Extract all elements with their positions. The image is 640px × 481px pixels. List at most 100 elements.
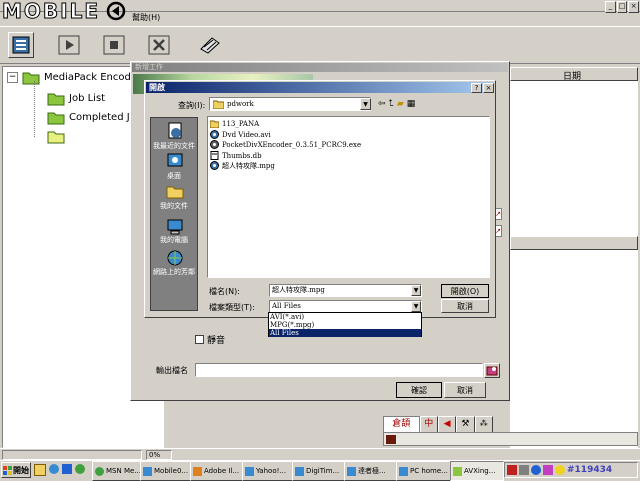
watermark-logo: MOBILE	[2, 0, 130, 24]
new-folder-icon[interactable]: ▰	[397, 99, 404, 109]
task-label: AVXing...	[464, 467, 496, 475]
taskbar-task-avxing[interactable]: AVXing...	[450, 461, 504, 481]
file-item[interactable]: PocketDivXEncoder_0.3.51_PCRC9.exe	[210, 139, 361, 150]
ok-button[interactable]: 確認	[396, 382, 442, 398]
place-desktop[interactable]: 桌面	[151, 171, 197, 181]
tree-root-label: MediaPack Encoder	[44, 71, 142, 83]
tree-item-label: Job List	[69, 92, 106, 104]
recent-docs-icon[interactable]	[166, 122, 184, 140]
open-dialog-title: 開啟	[149, 83, 165, 92]
menu-help[interactable]: 幫助(H)	[132, 12, 160, 23]
ime-bar: 倉頡 中 ◀ ⚒ ⁂	[383, 416, 493, 434]
list-header: 日期	[510, 67, 638, 82]
view-menu-icon[interactable]: ▦	[407, 99, 416, 109]
smiley-icon[interactable]	[555, 465, 565, 475]
system-tray: #119434	[504, 462, 638, 478]
file-item[interactable]: 113_PANA	[210, 118, 259, 129]
tree-item-new[interactable]	[47, 127, 65, 145]
tree-root[interactable]: − MediaPack Encoder	[7, 68, 141, 86]
ie-quick-icon[interactable]	[49, 464, 59, 474]
filetype-option[interactable]: MPG(*.mpg)	[269, 321, 421, 329]
tray-icon[interactable]	[531, 465, 541, 475]
my-computer-icon[interactable]	[166, 218, 184, 236]
look-in-dropdown-button[interactable]: ▼	[360, 98, 371, 110]
help-button[interactable]: ?	[471, 83, 482, 93]
mute-checkbox[interactable]: 靜音	[195, 333, 225, 346]
task-label: Yahoo!...	[256, 467, 287, 475]
taskbar-task-mobile[interactable]: Mobile0...	[140, 461, 192, 481]
job-list-tool-button[interactable]	[8, 32, 34, 58]
output-browse-button[interactable]	[484, 363, 500, 378]
place-network[interactable]: 網路上的芳鄰	[151, 267, 197, 277]
taskbar-task-adobe[interactable]: Adobe Il...	[190, 461, 244, 481]
status-percent: 0%	[146, 450, 172, 460]
folder-icon	[47, 112, 65, 125]
filetype-dropdown-button[interactable]: ▼	[411, 301, 421, 312]
file-item[interactable]: 超人特攻隊.mpg	[210, 160, 275, 171]
filename-label: 檔名(N):	[209, 287, 240, 296]
tray-icon[interactable]	[543, 465, 553, 475]
output-filename-input[interactable]	[195, 363, 483, 377]
taskbar-task-darcher[interactable]: 達者極...	[344, 461, 398, 481]
taskbar-task-msn[interactable]: MSN Me...	[92, 461, 142, 481]
browse-folder-icon	[486, 366, 498, 376]
taskbar-task-digitimes[interactable]: DigiTim...	[292, 461, 346, 481]
filetype-option-selected[interactable]: All Files	[269, 329, 421, 337]
settings-tool-button[interactable]	[198, 35, 222, 55]
dialog-cancel-button[interactable]: 取消	[441, 299, 489, 313]
output-label: 輸出檔名	[156, 366, 188, 375]
cancel-button[interactable]: 取消	[444, 382, 486, 398]
delete-tool-button[interactable]	[148, 35, 170, 55]
tree-lines	[34, 81, 46, 137]
delete-icon	[148, 35, 170, 55]
mute-label: 靜音	[207, 336, 226, 346]
play-tool-button[interactable]	[58, 35, 80, 55]
desktop-icon[interactable]	[166, 152, 184, 170]
close-dialog-button[interactable]: ×	[483, 83, 494, 93]
ime-candidate-marker	[386, 435, 396, 444]
exe-file-icon	[210, 140, 219, 149]
list-area	[510, 81, 638, 236]
task-label: PC home...	[410, 467, 448, 475]
ime-tray-icon[interactable]	[507, 465, 517, 475]
windows-logo-icon	[3, 465, 12, 475]
open-button[interactable]: 開啟(O)	[441, 284, 489, 298]
toolbar	[0, 26, 640, 64]
checkbox-box[interactable]	[195, 335, 204, 344]
file-name: 113_PANA	[222, 119, 260, 128]
avxing-icon	[453, 466, 462, 476]
start-label: 開始	[13, 465, 29, 475]
up-folder-icon[interactable]: ⮤	[389, 99, 394, 109]
collapse-toggle-icon[interactable]: −	[7, 71, 18, 83]
file-name: Dvd Video.avi	[222, 130, 271, 139]
filename-input[interactable]: 超人特攻隊.mpg	[269, 284, 422, 297]
tray-icon[interactable]	[519, 465, 529, 475]
taskbar-task-yahoo[interactable]: Yahoo!...	[242, 461, 294, 481]
stop-icon	[103, 35, 125, 55]
outlook-quick-icon[interactable]	[62, 464, 72, 474]
file-name: Thumbs.db	[222, 151, 262, 160]
browser-icon	[347, 466, 356, 476]
ime-composition	[383, 432, 638, 446]
media-quick-icon[interactable]	[75, 464, 85, 474]
filetype-dropdown-list: AVI(*.avi) MPG(*.mpg) All Files	[268, 312, 422, 337]
filename-dropdown-button[interactable]: ▼	[411, 285, 421, 296]
nav-tools: ⇦ ⮤ ▰ ▦	[378, 98, 444, 110]
tools-icon	[200, 37, 220, 54]
file-list: 113_PANA Dvd Video.avi PocketDivXEncoder…	[207, 116, 490, 278]
place-my-computer[interactable]: 我的電腦	[151, 235, 197, 245]
look-in-select[interactable]: pdwork	[209, 97, 371, 111]
start-button[interactable]: 開始	[1, 462, 31, 478]
place-recent[interactable]: 我最近的文件	[151, 141, 197, 151]
new-job-titlebar: 新增工作	[132, 63, 508, 72]
my-documents-icon[interactable]	[166, 182, 184, 200]
filetype-option[interactable]: AVI(*.avi)	[269, 313, 421, 321]
network-places-icon[interactable]	[166, 249, 184, 267]
tree-item-job-list[interactable]: Job List	[47, 89, 105, 107]
back-icon[interactable]: ⇦	[378, 99, 386, 109]
mpg-file-icon	[210, 161, 219, 170]
taskbar-task-pchome[interactable]: PC home...	[396, 461, 452, 481]
stop-tool-button[interactable]	[103, 35, 125, 55]
desktop-quick-icon[interactable]	[34, 464, 46, 476]
place-my-documents[interactable]: 我的文件	[151, 201, 197, 211]
